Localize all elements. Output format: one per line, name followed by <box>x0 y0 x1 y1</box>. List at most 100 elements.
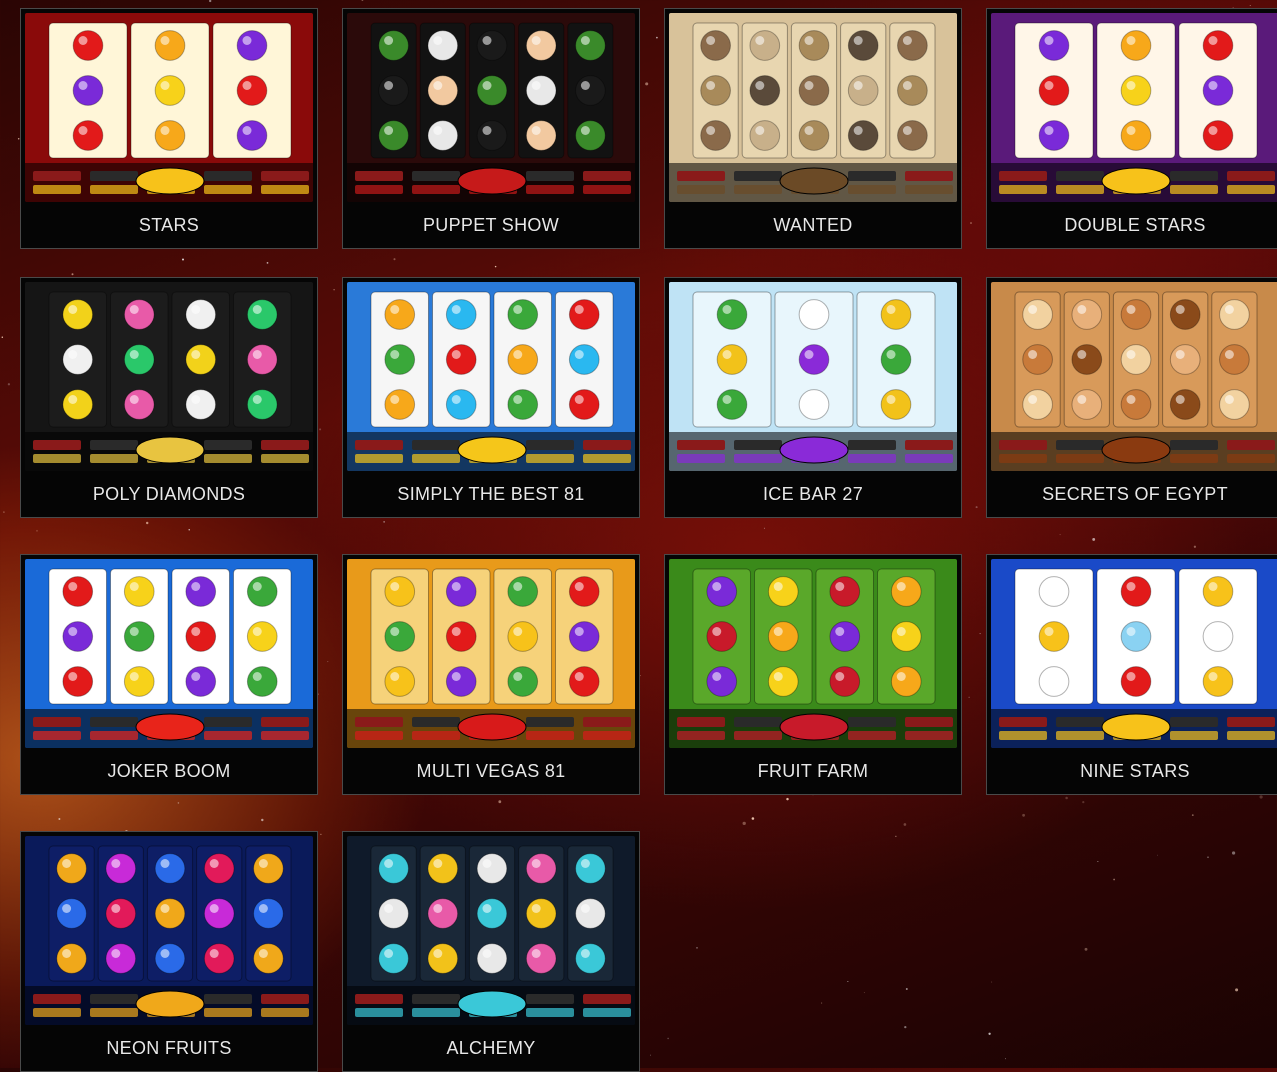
reel-symbol <box>1022 344 1053 375</box>
game-title: MULTI VEGAS 81 <box>416 760 566 781</box>
game-card-multi-vegas-81[interactable]: MULTI VEGAS 81 <box>342 554 640 795</box>
reel-symbol <box>575 120 606 151</box>
reel-symbol <box>1022 299 1053 330</box>
star-dot <box>1005 1058 1006 1060</box>
game-card-secrets-of-egypt[interactable]: SECRETS OF EGYPT <box>986 277 1277 518</box>
reel-symbol <box>568 576 600 607</box>
game-thumbnail <box>347 13 635 202</box>
game-card-wanted[interactable]: WANTED <box>664 8 962 249</box>
reel-symbol <box>507 576 539 607</box>
reel-symbol <box>798 75 830 106</box>
reel-symbol <box>56 898 87 929</box>
game-title: FRUIT FARM <box>757 760 869 781</box>
reel-symbol <box>154 120 186 151</box>
reel-symbol <box>246 299 278 330</box>
reel-symbol <box>123 621 155 652</box>
reel-symbol <box>568 389 600 420</box>
reel-symbol <box>568 666 600 697</box>
game-card-stars[interactable]: STARS <box>20 8 318 249</box>
reel-symbol <box>890 666 922 697</box>
star-dot <box>991 981 993 983</box>
reel-symbol <box>445 344 477 375</box>
reel-symbol <box>62 666 94 697</box>
reel-symbol <box>1071 299 1103 330</box>
game-thumbnail <box>25 559 313 748</box>
reel-symbol <box>1038 30 1070 61</box>
reel-symbol <box>507 299 539 330</box>
game-card-fruit-farm[interactable]: FRUIT FARM <box>664 554 962 795</box>
star-dot <box>1157 854 1158 856</box>
reel-symbol <box>1071 389 1103 420</box>
game-logo <box>457 436 527 464</box>
star-dot <box>266 262 269 264</box>
reel-symbol <box>716 344 748 375</box>
reel-symbol <box>185 576 217 607</box>
reel-symbol <box>246 576 278 607</box>
star-dot <box>1082 801 1085 804</box>
star-dot <box>181 258 185 261</box>
reel-symbol <box>575 898 606 929</box>
reel-symbol <box>384 666 416 697</box>
star-dot <box>1249 5 1251 6</box>
game-card-nine-stars[interactable]: NINE STARS <box>986 554 1277 795</box>
reel-symbol <box>105 943 137 974</box>
reel-symbol <box>185 344 217 375</box>
game-thumbnail <box>669 13 957 202</box>
reel-symbol <box>798 30 830 61</box>
reel-symbol <box>476 853 508 884</box>
reel-symbol <box>575 30 606 61</box>
star-dot <box>498 800 502 804</box>
reel-symbol <box>1202 576 1234 607</box>
game-card-alchemy[interactable]: ALCHEMY <box>342 831 640 1072</box>
star-dot <box>319 428 322 431</box>
game-card-puppet-show[interactable]: PUPPET SHOW <box>342 8 640 249</box>
game-thumbnail <box>347 559 635 748</box>
star-dot <box>1097 861 1099 862</box>
game-logo <box>457 990 527 1018</box>
game-logo <box>1101 167 1171 195</box>
game-card-joker-boom[interactable]: JOKER BOOM <box>20 554 318 795</box>
reel-symbol <box>427 75 459 106</box>
game-card-ice-bar-27[interactable]: ICE BAR 27 <box>664 277 962 518</box>
star-dot <box>903 823 907 826</box>
star-dot <box>895 835 897 837</box>
reel-symbol <box>1202 30 1234 61</box>
reel-symbol <box>507 621 539 652</box>
game-logo <box>457 713 527 741</box>
reel-symbol <box>72 30 104 61</box>
reel-symbol <box>749 120 781 151</box>
star-dot <box>361 0 364 1</box>
game-card-double-stars[interactable]: DOUBLE STARS <box>986 8 1277 249</box>
star-dot <box>650 1054 651 1056</box>
star-dot <box>988 1032 991 1035</box>
reel-symbol <box>706 666 738 697</box>
game-title: SIMPLY THE BEST 81 <box>397 483 585 504</box>
reel-symbol <box>246 344 278 375</box>
reel-symbol <box>897 120 928 151</box>
star-dot <box>320 833 322 836</box>
reel-symbol <box>575 943 606 974</box>
reel-symbol <box>700 120 731 151</box>
reel-symbol <box>476 120 508 151</box>
game-logo <box>779 436 849 464</box>
reel-symbol <box>706 621 738 652</box>
reel-symbol <box>154 30 186 61</box>
star-dot <box>970 222 972 224</box>
game-card-poly-diamonds[interactable]: POLY DIAMONDS <box>20 277 318 518</box>
game-card-neon-fruits[interactable]: NEON FRUITS <box>20 831 318 1072</box>
star-dot <box>177 802 180 804</box>
reel-symbol <box>203 853 235 884</box>
reel-symbol <box>62 389 94 420</box>
game-card-simply-the-best-81[interactable]: SIMPLY THE BEST 81 <box>342 277 640 518</box>
reel-symbol <box>445 299 477 330</box>
reel-symbol <box>1202 120 1234 151</box>
reel-symbol <box>716 299 748 330</box>
game-logo <box>135 990 205 1018</box>
game-logo <box>135 167 205 195</box>
star-dot <box>696 947 698 949</box>
reel-symbol <box>575 853 606 884</box>
reel-symbol <box>749 30 781 61</box>
reel-symbol <box>897 75 928 106</box>
reel-symbol <box>154 75 186 106</box>
reel-symbol <box>575 75 606 106</box>
